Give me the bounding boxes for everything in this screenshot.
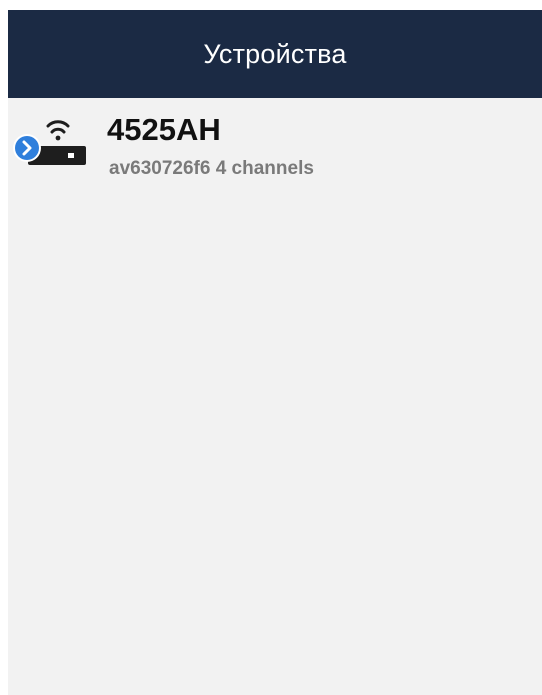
device-list-item[interactable]: 4525AH av630726f6 4 channels — [8, 98, 542, 198]
wifi-router-icon — [13, 120, 86, 165]
devices-screen: Устройства 4525AH av630726f6 4 channels — [8, 10, 542, 695]
device-details: av630726f6 4 channels — [109, 158, 314, 179]
app-header: Устройства — [8, 10, 542, 98]
page-title: Устройства — [203, 38, 347, 69]
device-name: 4525AH — [107, 112, 221, 147]
chevron-right-circle-icon — [13, 134, 41, 162]
